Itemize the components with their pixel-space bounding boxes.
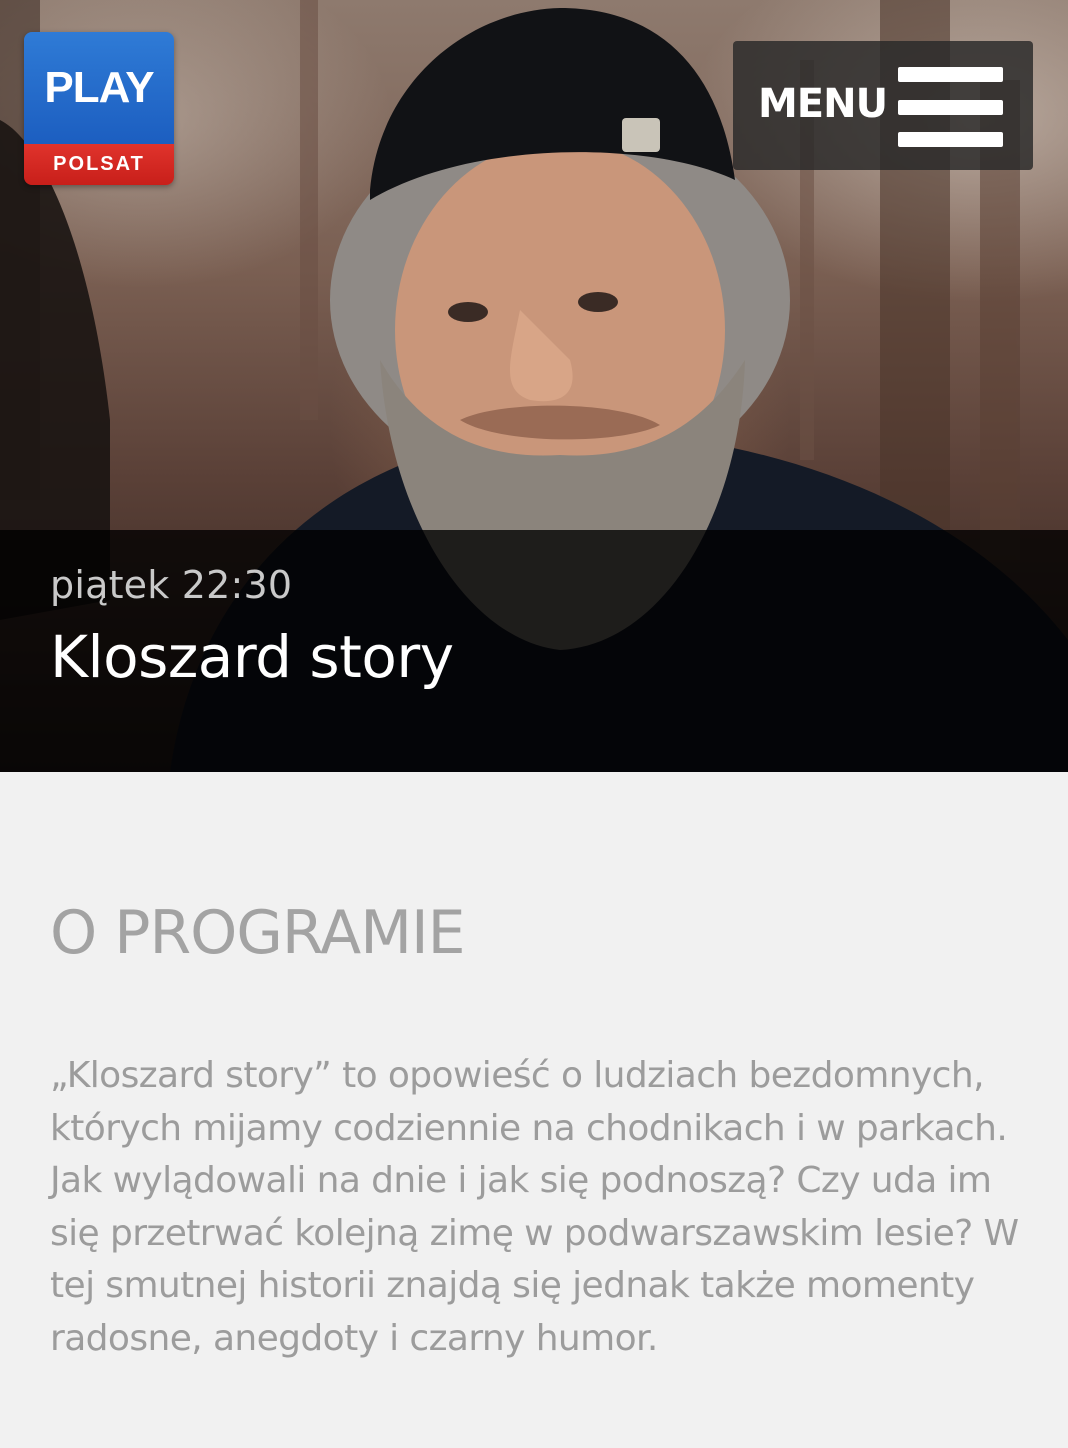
show-title: Kloszard story bbox=[50, 623, 454, 691]
about-heading: O PROGRAMIE bbox=[50, 898, 466, 968]
air-time: piątek 22:30 bbox=[50, 563, 293, 607]
logo-polsat-block: POLSAT bbox=[24, 144, 174, 185]
about-description: „Kloszard story” to opowieść o ludziach … bbox=[50, 1055, 1019, 1359]
page: piątek 22:30 Kloszard story PLAY POLSAT … bbox=[0, 0, 1068, 1448]
play-polsat-logo[interactable]: PLAY POLSAT bbox=[24, 32, 174, 185]
logo-play-text: PLAY bbox=[44, 63, 154, 112]
menu-label: MENU bbox=[758, 81, 888, 127]
hamburger-icon bbox=[898, 67, 1003, 147]
logo-polsat-text: POLSAT bbox=[53, 153, 145, 175]
logo-play-block: PLAY bbox=[24, 32, 174, 144]
menu-button[interactable]: MENU bbox=[733, 41, 1033, 170]
